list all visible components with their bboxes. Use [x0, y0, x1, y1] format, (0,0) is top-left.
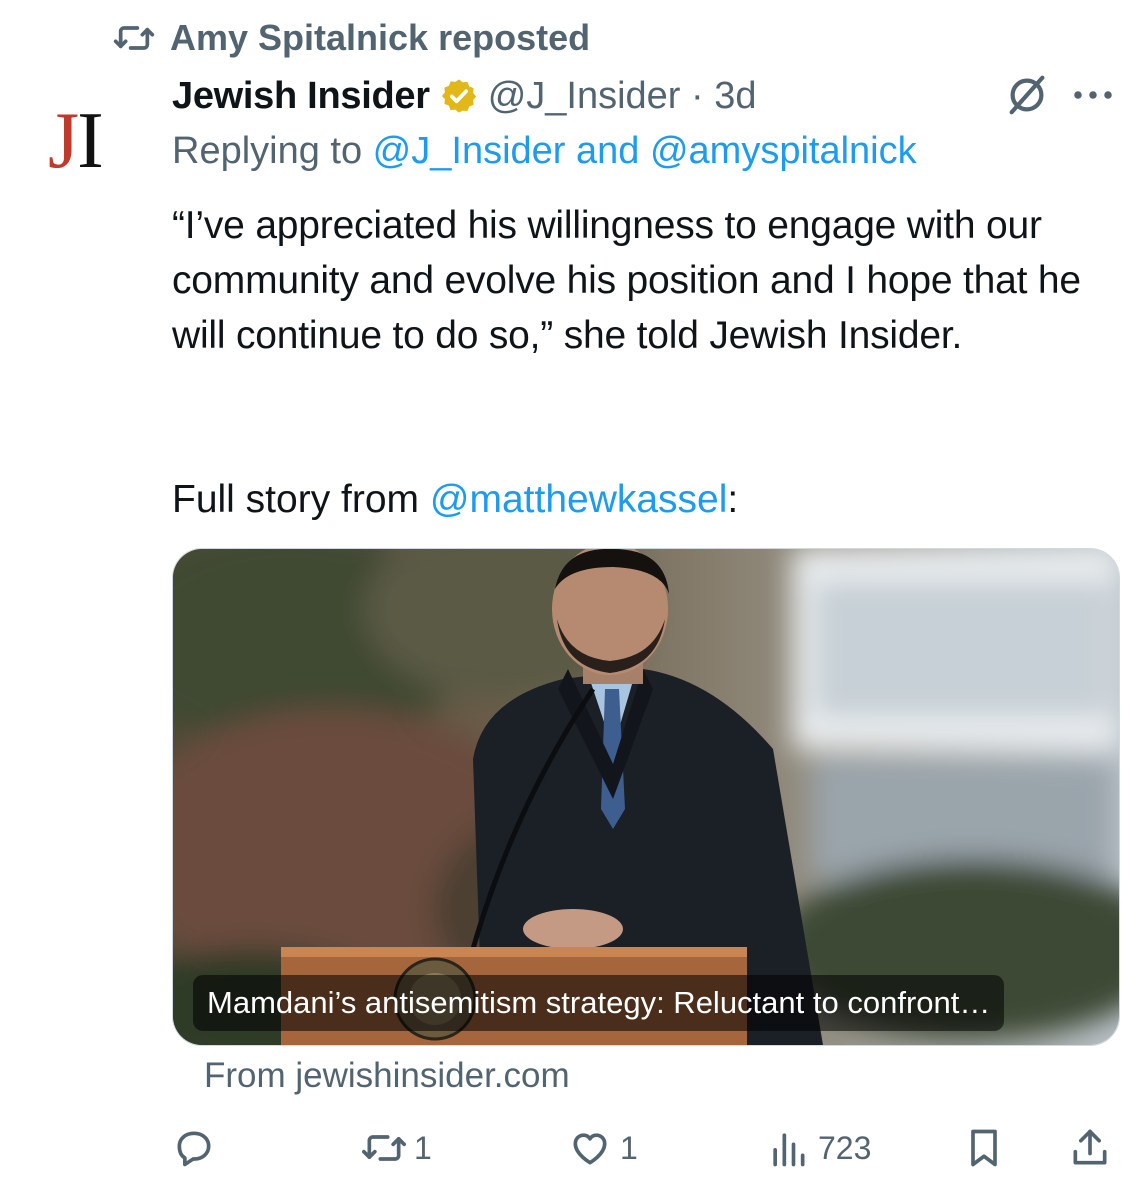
repost-button[interactable]: 1 [362, 1118, 432, 1178]
post-text: “I’ve appreciated his willingness to eng… [172, 204, 1081, 357]
card-source[interactable]: From jewishinsider.com [204, 1056, 570, 1096]
post-header: Jewish Insider @J_Insider · 3d [172, 70, 757, 122]
link-card[interactable]: Mamdani’s antisemitism strategy: Relucta… [172, 548, 1120, 1046]
verified-badge-icon[interactable] [440, 77, 478, 115]
share-icon [1073, 1129, 1107, 1165]
views-button[interactable]: 723 [766, 1118, 871, 1178]
story-suffix: : [727, 478, 739, 521]
heart-icon [573, 1133, 607, 1165]
bookmark-button[interactable] [962, 1118, 1006, 1178]
action-bar: 1 1 723 [172, 1118, 1118, 1178]
avatar[interactable]: JI [48, 96, 124, 186]
reply-icon [177, 1131, 211, 1167]
like-count: 1 [620, 1129, 638, 1166]
replying-mentions-link[interactable]: @J_Insider and @amyspitalnick [373, 130, 917, 172]
share-button[interactable] [1068, 1118, 1112, 1178]
like-button[interactable]: 1 [568, 1118, 638, 1178]
card-photo [173, 549, 1119, 1045]
bookmark-icon [971, 1129, 997, 1167]
avatar-letter-i: I [77, 97, 104, 185]
handle-time-separator: · [680, 74, 715, 117]
avatar-letter-j: J [48, 97, 79, 185]
repost-count: 1 [414, 1129, 432, 1166]
repost-icon [113, 26, 155, 50]
author-display-name[interactable]: Jewish Insider [172, 75, 430, 118]
more-options-icon[interactable] [1070, 80, 1116, 110]
post-time[interactable]: 3d [714, 75, 756, 118]
views-count: 723 [818, 1129, 872, 1166]
repost-label: Amy Spitalnick reposted [170, 17, 591, 58]
repost-indicator[interactable]: Amy Spitalnick reposted [112, 16, 590, 60]
repost-action-icon [362, 1135, 406, 1161]
full-story-line: Full story from @matthewkassel: [172, 472, 738, 527]
replying-prefix: Replying to [172, 130, 373, 172]
grok-icon[interactable] [1004, 72, 1050, 118]
story-prefix: Full story from [172, 478, 430, 521]
views-icon [773, 1133, 805, 1167]
replying-to: Replying to @J_Insider and @amyspitalnic… [172, 130, 917, 173]
story-mention-link[interactable]: @matthewkassel [430, 478, 728, 521]
author-handle[interactable]: @J_Insider [488, 75, 681, 118]
card-title: Mamdani’s antisemitism strategy: Relucta… [193, 975, 1005, 1031]
reply-button[interactable] [172, 1118, 224, 1178]
